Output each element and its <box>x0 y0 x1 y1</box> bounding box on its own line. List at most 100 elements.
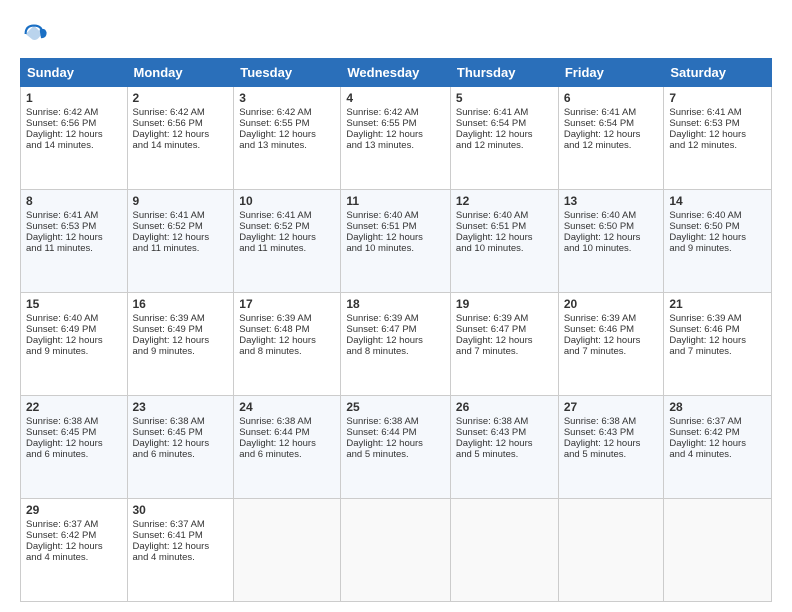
sunset-label: Sunset: 6:45 PM <box>133 427 203 438</box>
daylight-label: Daylight: 12 hours <box>133 232 210 243</box>
daylight-minutes: and 7 minutes. <box>669 346 731 357</box>
calendar-cell: 9 Sunrise: 6:41 AM Sunset: 6:52 PM Dayli… <box>127 190 234 293</box>
sunrise-label: Sunrise: 6:39 AM <box>456 313 528 324</box>
header <box>20 16 772 48</box>
daylight-minutes: and 13 minutes. <box>239 140 307 151</box>
calendar-cell: 26 Sunrise: 6:38 AM Sunset: 6:43 PM Dayl… <box>450 396 558 499</box>
sunrise-label: Sunrise: 6:41 AM <box>564 107 636 118</box>
daylight-label: Daylight: 12 hours <box>669 335 746 346</box>
calendar-cell: 29 Sunrise: 6:37 AM Sunset: 6:42 PM Dayl… <box>21 499 128 602</box>
daylight-minutes: and 6 minutes. <box>133 449 195 460</box>
header-day: Saturday <box>664 59 772 87</box>
sunset-label: Sunset: 6:49 PM <box>133 324 203 335</box>
day-number: 16 <box>133 297 229 311</box>
daylight-label: Daylight: 12 hours <box>564 232 641 243</box>
daylight-label: Daylight: 12 hours <box>669 438 746 449</box>
day-number: 26 <box>456 400 553 414</box>
sunrise-label: Sunrise: 6:37 AM <box>669 416 741 427</box>
daylight-minutes: and 5 minutes. <box>346 449 408 460</box>
sunset-label: Sunset: 6:41 PM <box>133 530 203 541</box>
sunset-label: Sunset: 6:45 PM <box>26 427 96 438</box>
sunrise-label: Sunrise: 6:38 AM <box>456 416 528 427</box>
sunrise-label: Sunrise: 6:37 AM <box>26 519 98 530</box>
header-day: Tuesday <box>234 59 341 87</box>
daylight-minutes: and 4 minutes. <box>26 552 88 563</box>
sunset-label: Sunset: 6:53 PM <box>26 221 96 232</box>
daylight-minutes: and 12 minutes. <box>669 140 737 151</box>
sunrise-label: Sunrise: 6:38 AM <box>26 416 98 427</box>
sunrise-label: Sunrise: 6:42 AM <box>133 107 205 118</box>
daylight-label: Daylight: 12 hours <box>239 232 316 243</box>
daylight-minutes: and 8 minutes. <box>239 346 301 357</box>
calendar-cell: 28 Sunrise: 6:37 AM Sunset: 6:42 PM Dayl… <box>664 396 772 499</box>
week-row: 8 Sunrise: 6:41 AM Sunset: 6:53 PM Dayli… <box>21 190 772 293</box>
calendar-cell <box>341 499 451 602</box>
sunrise-label: Sunrise: 6:39 AM <box>669 313 741 324</box>
day-number: 20 <box>564 297 659 311</box>
daylight-label: Daylight: 12 hours <box>133 438 210 449</box>
daylight-minutes: and 12 minutes. <box>456 140 524 151</box>
sunrise-label: Sunrise: 6:38 AM <box>564 416 636 427</box>
sunrise-label: Sunrise: 6:40 AM <box>26 313 98 324</box>
daylight-label: Daylight: 12 hours <box>133 335 210 346</box>
sunset-label: Sunset: 6:43 PM <box>564 427 634 438</box>
sunset-label: Sunset: 6:48 PM <box>239 324 309 335</box>
calendar-cell: 30 Sunrise: 6:37 AM Sunset: 6:41 PM Dayl… <box>127 499 234 602</box>
day-number: 2 <box>133 91 229 105</box>
calendar-cell: 27 Sunrise: 6:38 AM Sunset: 6:43 PM Dayl… <box>558 396 664 499</box>
day-number: 19 <box>456 297 553 311</box>
daylight-minutes: and 6 minutes. <box>239 449 301 460</box>
day-number: 4 <box>346 91 445 105</box>
calendar-cell: 17 Sunrise: 6:39 AM Sunset: 6:48 PM Dayl… <box>234 293 341 396</box>
daylight-minutes: and 4 minutes. <box>133 552 195 563</box>
daylight-label: Daylight: 12 hours <box>26 129 103 140</box>
calendar-cell <box>664 499 772 602</box>
day-number: 11 <box>346 194 445 208</box>
sunset-label: Sunset: 6:44 PM <box>239 427 309 438</box>
sunset-label: Sunset: 6:47 PM <box>346 324 416 335</box>
daylight-label: Daylight: 12 hours <box>133 129 210 140</box>
day-number: 9 <box>133 194 229 208</box>
daylight-label: Daylight: 12 hours <box>669 129 746 140</box>
week-row: 29 Sunrise: 6:37 AM Sunset: 6:42 PM Dayl… <box>21 499 772 602</box>
daylight-label: Daylight: 12 hours <box>239 129 316 140</box>
daylight-minutes: and 11 minutes. <box>26 243 93 254</box>
sunrise-label: Sunrise: 6:41 AM <box>669 107 741 118</box>
sunset-label: Sunset: 6:52 PM <box>239 221 309 232</box>
daylight-minutes: and 11 minutes. <box>239 243 306 254</box>
logo <box>20 20 50 48</box>
calendar-cell: 7 Sunrise: 6:41 AM Sunset: 6:53 PM Dayli… <box>664 87 772 190</box>
daylight-minutes: and 5 minutes. <box>564 449 626 460</box>
daylight-label: Daylight: 12 hours <box>564 129 641 140</box>
week-row: 22 Sunrise: 6:38 AM Sunset: 6:45 PM Dayl… <box>21 396 772 499</box>
daylight-minutes: and 10 minutes. <box>456 243 524 254</box>
sunrise-label: Sunrise: 6:41 AM <box>456 107 528 118</box>
daylight-minutes: and 11 minutes. <box>133 243 200 254</box>
daylight-minutes: and 9 minutes. <box>26 346 88 357</box>
daylight-label: Daylight: 12 hours <box>346 232 423 243</box>
sunrise-label: Sunrise: 6:38 AM <box>346 416 418 427</box>
daylight-minutes: and 14 minutes. <box>26 140 94 151</box>
daylight-minutes: and 7 minutes. <box>564 346 626 357</box>
sunset-label: Sunset: 6:51 PM <box>346 221 416 232</box>
calendar-cell: 24 Sunrise: 6:38 AM Sunset: 6:44 PM Dayl… <box>234 396 341 499</box>
sunrise-label: Sunrise: 6:38 AM <box>133 416 205 427</box>
daylight-label: Daylight: 12 hours <box>26 438 103 449</box>
sunset-label: Sunset: 6:47 PM <box>456 324 526 335</box>
daylight-minutes: and 9 minutes. <box>669 243 731 254</box>
calendar-cell: 3 Sunrise: 6:42 AM Sunset: 6:55 PM Dayli… <box>234 87 341 190</box>
daylight-minutes: and 10 minutes. <box>346 243 414 254</box>
week-row: 15 Sunrise: 6:40 AM Sunset: 6:49 PM Dayl… <box>21 293 772 396</box>
daylight-label: Daylight: 12 hours <box>239 438 316 449</box>
sunset-label: Sunset: 6:51 PM <box>456 221 526 232</box>
calendar-cell: 20 Sunrise: 6:39 AM Sunset: 6:46 PM Dayl… <box>558 293 664 396</box>
day-number: 5 <box>456 91 553 105</box>
daylight-label: Daylight: 12 hours <box>456 335 533 346</box>
sunrise-label: Sunrise: 6:41 AM <box>133 210 205 221</box>
day-number: 10 <box>239 194 335 208</box>
day-number: 24 <box>239 400 335 414</box>
daylight-label: Daylight: 12 hours <box>346 438 423 449</box>
daylight-label: Daylight: 12 hours <box>346 335 423 346</box>
day-number: 7 <box>669 91 766 105</box>
sunset-label: Sunset: 6:53 PM <box>669 118 739 129</box>
